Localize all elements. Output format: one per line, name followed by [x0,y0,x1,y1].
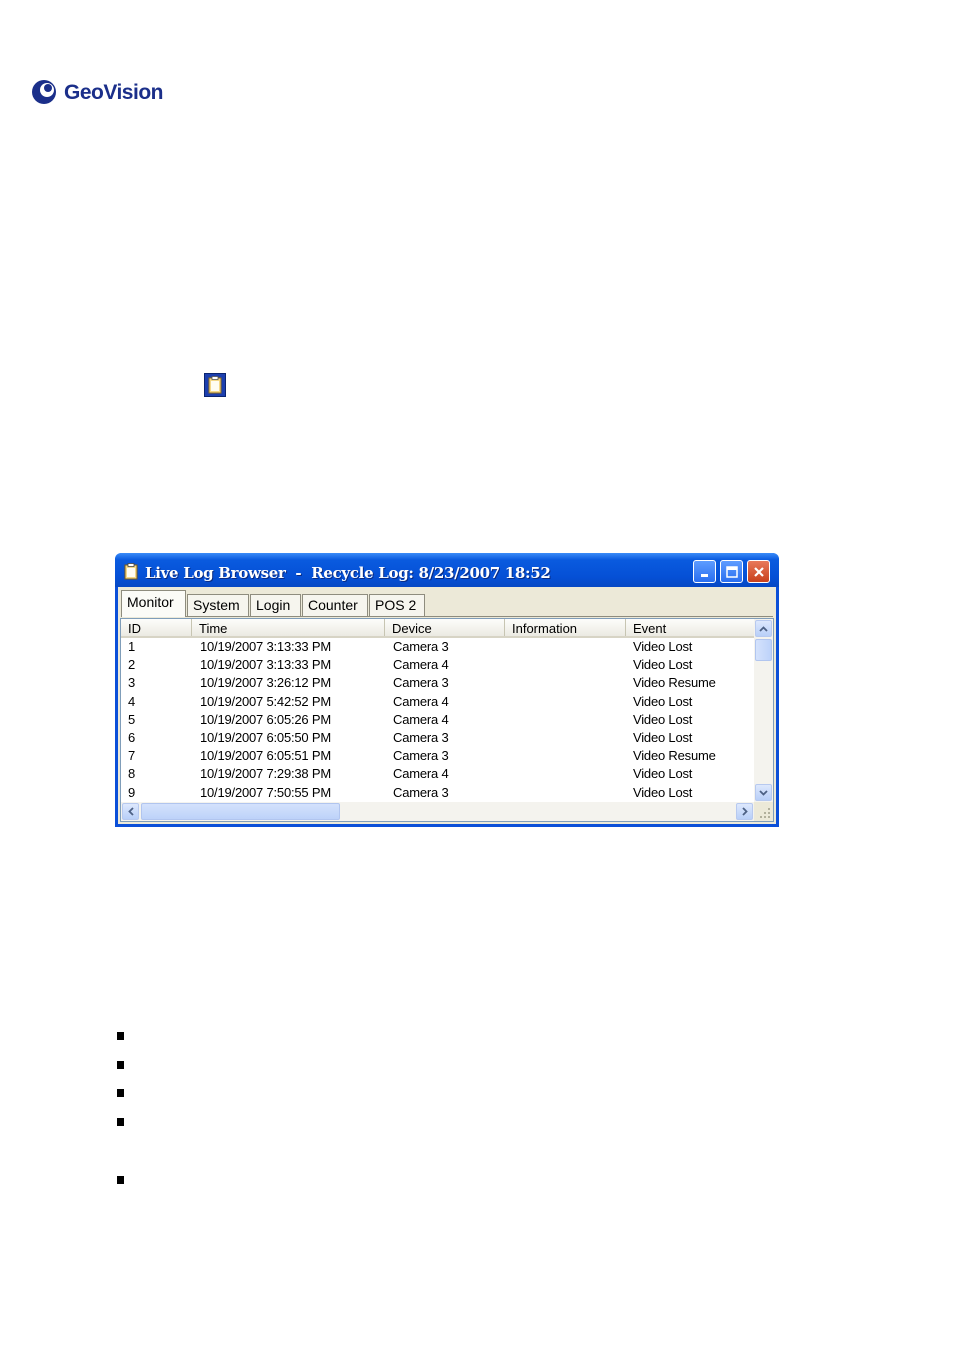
cell-device: Camera 4 [393,693,449,709]
window-title: Live Log Browser - Recycle Log: 8/23/200… [145,564,551,582]
chevron-down-icon [759,789,768,796]
table-row[interactable]: 5 10/19/2007 6:05:26 PM Camera 4 Video L… [121,711,754,729]
cell-event: Video Lost [633,766,693,782]
cell-id: 5 [128,711,136,727]
cell-event: Video Lost [633,657,693,673]
cell-time: 10/19/2007 5:42:52 PM [200,693,331,709]
cell-event: Video Lost [633,711,693,727]
bullet-marker-icon [117,1032,124,1040]
table-row[interactable]: 9 10/19/2007 7:50:55 PM Camera 3 Video L… [121,784,754,802]
clipboard-icon [124,563,138,580]
cell-id: 3 [128,675,136,691]
bullet-marker-icon [117,1061,124,1069]
cell-id: 4 [128,693,136,709]
cell-event: Video Lost [633,729,693,745]
scroll-left-button[interactable] [122,803,139,820]
tab-strip: Monitor System Login Counter POS 2 [121,590,773,617]
geovision-logo-mark-icon [30,76,60,106]
tab-divider [121,616,773,617]
table-row[interactable]: 8 10/19/2007 7:29:38 PM Camera 4 Video L… [121,765,754,783]
tab-counter[interactable]: Counter [302,594,368,616]
resize-grip-icon [760,808,770,818]
chevron-up-icon [759,625,768,632]
cell-time: 10/19/2007 7:50:55 PM [200,784,331,800]
table-row[interactable]: 4 10/19/2007 5:42:52 PM Camera 4 Video L… [121,693,754,711]
resize-grip[interactable] [754,802,773,821]
window-titlebar[interactable]: Live Log Browser - Recycle Log: 8/23/200… [115,553,779,587]
close-icon [753,566,764,577]
cell-device: Camera 4 [393,766,449,782]
cell-device: Camera 3 [393,729,449,745]
bullet-marker-icon [117,1176,124,1184]
cell-id: 1 [128,639,136,654]
column-header-information[interactable]: Information [505,619,626,636]
maximize-button[interactable] [720,560,743,583]
vertical-scrollbar[interactable] [754,619,773,803]
cell-id: 2 [128,657,136,673]
cell-event: Video Lost [633,693,693,709]
tab-monitor[interactable]: Monitor [121,590,186,617]
minimize-icon [700,573,708,577]
live-log-clipboard-icon[interactable] [204,373,226,397]
cell-id: 7 [128,748,136,764]
cell-id: 8 [128,766,136,782]
table-row[interactable]: 1 10/19/2007 3:13:33 PM Camera 3 Video L… [121,638,754,656]
chevron-left-icon [127,807,134,816]
tab-pos-2[interactable]: POS 2 [369,594,425,616]
table-row[interactable]: 2 10/19/2007 3:13:33 PM Camera 4 Video L… [121,656,754,674]
list-rows: 1 10/19/2007 3:13:33 PM Camera 3 Video L… [121,638,754,802]
cell-device: Camera 3 [393,748,449,764]
bullet-marker-icon [117,1118,124,1126]
cell-time: 10/19/2007 6:05:50 PM [200,729,331,745]
cell-event: Video Lost [633,784,693,800]
scroll-down-button[interactable] [755,784,772,801]
cell-id: 9 [128,784,136,800]
cell-device: Camera 4 [393,657,449,673]
scroll-right-button[interactable] [736,803,753,820]
cell-id: 6 [128,729,136,745]
window-client-area: Monitor System Login Counter POS 2 ID Ti… [118,587,776,824]
list-header: ID Time Device Information Event [121,619,754,638]
cell-device: Camera 3 [393,639,449,654]
cell-time: 10/19/2007 6:05:51 PM [200,748,331,764]
log-list[interactable]: ID Time Device Information Event 1 10/19… [120,618,774,822]
cell-device: Camera 4 [393,711,449,727]
brand-name: GeoVision [64,81,163,104]
column-header-device[interactable]: Device [385,619,505,636]
column-header-event[interactable]: Event [626,619,754,636]
close-button[interactable] [747,560,770,583]
cell-time: 10/19/2007 3:13:33 PM [200,657,331,673]
tab-login[interactable]: Login [250,594,301,616]
live-log-browser-window: Live Log Browser - Recycle Log: 8/23/200… [115,553,779,827]
cell-event: Video Resume [633,748,716,764]
cell-device: Camera 3 [393,675,449,691]
column-header-id[interactable]: ID [121,619,192,636]
cell-device: Camera 3 [393,784,449,800]
maximize-icon [725,565,738,578]
table-row[interactable]: 6 10/19/2007 6:05:50 PM Camera 3 Video L… [121,729,754,747]
minimize-button[interactable] [693,560,716,583]
cell-event: Video Resume [633,675,716,691]
tab-system[interactable]: System [187,594,249,616]
bullet-marker-icon [117,1089,124,1097]
vertical-scroll-thumb[interactable] [755,639,772,661]
cell-time: 10/19/2007 3:13:33 PM [200,639,331,654]
cell-time: 10/19/2007 7:29:38 PM [200,766,331,782]
table-row[interactable]: 3 10/19/2007 3:26:12 PM Camera 3 Video R… [121,674,754,692]
geovision-logo: GeoVision [30,74,163,108]
table-row[interactable]: 7 10/19/2007 6:05:51 PM Camera 3 Video R… [121,747,754,765]
cell-time: 10/19/2007 3:26:12 PM [200,675,331,691]
chevron-right-icon [741,807,748,816]
cell-time: 10/19/2007 6:05:26 PM [200,711,331,727]
scroll-up-button[interactable] [755,620,772,637]
column-header-time[interactable]: Time [192,619,385,636]
horizontal-scroll-thumb[interactable] [141,803,340,820]
cell-event: Video Lost [633,639,693,654]
horizontal-scrollbar[interactable] [121,802,754,821]
